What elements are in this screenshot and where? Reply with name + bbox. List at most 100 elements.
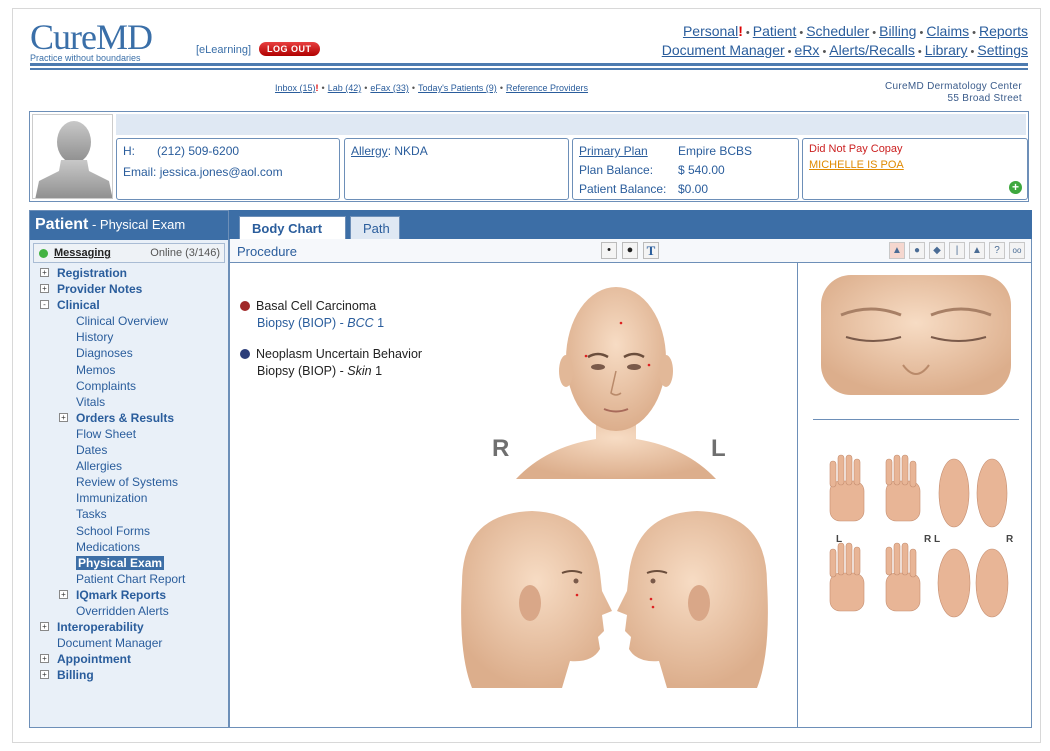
nav-tree-item[interactable]: + Appointment (40, 651, 228, 667)
logout-button[interactable]: LOG OUT (259, 42, 320, 56)
expand-icon[interactable]: + (59, 412, 68, 422)
eyes-diagram[interactable] (821, 275, 1011, 395)
nav-tree-item[interactable]: Vitals (40, 394, 228, 410)
nav-tree-item[interactable]: Diagnoses (40, 345, 228, 361)
nav-tree-item[interactable]: Tasks (40, 506, 228, 522)
nav-tree-item[interactable]: Review of Systems (40, 474, 228, 490)
nav-tree-item[interactable]: Medications (40, 539, 228, 555)
patient-photo-placeholder[interactable] (32, 114, 113, 199)
foot-view-icon[interactable]: ▲ (969, 242, 985, 259)
nav-tree-label: Orders & Results (76, 410, 175, 425)
expand-icon[interactable]: + (40, 622, 49, 632)
diagnosis-item[interactable]: Neoplasm Uncertain Behavior Biopsy (BIOP… (240, 347, 422, 378)
inbox-alert-icon: ! (315, 83, 319, 93)
procedure-text: Biopsy (BIOP) - (257, 316, 348, 330)
curemd-logo[interactable]: CureMD Practice without boundaries (30, 19, 170, 63)
tab-body-chart[interactable]: Body Chart (239, 216, 346, 240)
banner-name-bar (116, 114, 1026, 135)
nav-tree-item[interactable]: Memos (40, 362, 228, 378)
nav-billing[interactable]: Billing (879, 23, 916, 39)
nav-tree-label: Registration (57, 266, 128, 280)
leg-view-icon[interactable]: | (949, 242, 965, 259)
nav-tree-item[interactable]: Flow Sheet (40, 426, 228, 442)
nav-tree-item[interactable]: + Interoperability (40, 619, 228, 635)
personal-alert-icon: ! (738, 23, 743, 39)
nav-library[interactable]: Library (925, 42, 968, 58)
nav-alerts-recalls[interactable]: Alerts/Recalls (829, 42, 915, 58)
expand-icon[interactable]: + (40, 284, 49, 294)
nav-tree-label: Allergies (76, 459, 123, 474)
full-body-view-icon[interactable]: ▲ (889, 242, 905, 259)
nav-tree-label: Dates (76, 443, 108, 458)
allergy-link[interactable]: Allergy (351, 144, 388, 158)
nav-tree-item[interactable]: + Provider Notes (40, 281, 228, 297)
nav-tree-label: School Forms (76, 523, 151, 538)
eyes-view-icon[interactable]: oo (1009, 242, 1025, 259)
nav-settings[interactable]: Settings (977, 42, 1028, 58)
expand-icon[interactable]: + (40, 654, 49, 664)
nav-reports[interactable]: Reports (979, 23, 1028, 39)
nav-tree-item[interactable]: Document Manager (40, 635, 228, 651)
nav-tree-item[interactable]: Clinical Overview (40, 313, 228, 329)
expand-icon[interactable]: + (59, 589, 68, 599)
torso-view-icon[interactable]: ◆ (929, 242, 945, 259)
collapse-icon[interactable]: - (40, 300, 49, 310)
nav-tree-label: Vitals (76, 394, 106, 409)
head-profile-right-diagram[interactable] (452, 503, 612, 688)
nav-claims[interactable]: Claims (926, 23, 969, 39)
todays-patients-link[interactable]: Today's Patients (9) (418, 83, 497, 93)
plan-balance-value: $ 540.00 (678, 163, 725, 177)
patient-nav-tree: + Registration + Provider Notes - Clinical Cli… (30, 263, 228, 683)
head-front-diagram[interactable] (516, 279, 716, 479)
nav-tree-item[interactable]: Immunization (40, 490, 228, 506)
nav-tree-item[interactable]: + IQmark Reports (40, 587, 228, 603)
plan-balance-label: Plan Balance: (579, 163, 654, 177)
head-profile-left-diagram[interactable] (617, 503, 777, 688)
diagnosis-item[interactable]: Basal Cell Carcinoma Biopsy (BIOP) - BCC… (240, 299, 384, 330)
text-tool[interactable]: T (643, 242, 659, 259)
efax-link[interactable]: eFax (33) (370, 83, 409, 93)
nav-tree-item[interactable]: Complaints (40, 378, 228, 394)
nav-tree-item[interactable]: Dates (40, 442, 228, 458)
foot-right-label: R (1006, 534, 1014, 545)
allergy-value: : NKDA (387, 144, 428, 158)
nav-tree-item[interactable]: + Billing (40, 667, 228, 683)
nav-tree-item[interactable]: Overridden Alerts (40, 603, 228, 619)
messaging-link[interactable]: Messaging (54, 247, 111, 259)
primary-plan-link[interactable]: Primary Plan (579, 144, 648, 158)
nav-document-manager[interactable]: Document Manager (662, 42, 785, 58)
nav-tree-item[interactable]: History (40, 329, 228, 345)
nav-tree-item[interactable]: Allergies (40, 458, 228, 474)
nav-scheduler[interactable]: Scheduler (806, 23, 869, 39)
lab-link[interactable]: Lab (42) (328, 83, 362, 93)
messaging-bar[interactable]: Messaging Online (3/146) (33, 243, 225, 263)
left-pane-title: Patient (35, 216, 89, 233)
ear-view-icon[interactable]: ? (989, 242, 1005, 259)
inbox-link[interactable]: Inbox (15) (275, 83, 316, 93)
nav-personal[interactable]: Personal (683, 23, 738, 39)
clinic-info: CureMD Dermatology Center 55 Broad Stree… (885, 81, 1022, 105)
nav-patient[interactable]: Patient (753, 23, 797, 39)
elearning-link[interactable]: [eLearning] (196, 44, 251, 56)
small-dot-tool[interactable]: • (601, 242, 617, 259)
nav-tree-item[interactable]: - Clinical (40, 297, 228, 313)
expand-icon[interactable]: + (40, 670, 49, 680)
nav-tree-item[interactable]: + Orders & Results (40, 410, 228, 426)
tab-path[interactable]: Path (350, 216, 400, 240)
insurance-box: Primary Plan Empire BCBS Plan Balance: $… (572, 138, 799, 200)
nav-erx[interactable]: eRx (795, 42, 820, 58)
large-dot-tool[interactable]: ● (622, 242, 638, 259)
nav-tree-item[interactable]: Physical Exam (40, 555, 228, 571)
nav-tree-item[interactable]: + Registration (40, 265, 228, 281)
nav-tree-label: Physical Exam (76, 555, 165, 570)
nav-tree-label: Provider Notes (57, 282, 143, 297)
online-count: Online (3/146) (150, 247, 220, 259)
nav-tree-item[interactable]: School Forms (40, 523, 228, 539)
expand-icon[interactable]: + (40, 268, 49, 277)
head-view-icon[interactable]: ● (909, 242, 925, 259)
nav-tree-item[interactable]: Patient Chart Report (40, 571, 228, 587)
alert-poa-link[interactable]: MICHELLE IS POA (809, 159, 904, 171)
add-alert-icon[interactable]: + (1009, 181, 1022, 194)
reference-providers-link[interactable]: Reference Providers (506, 83, 588, 93)
hands-feet-diagram[interactable] (822, 453, 1022, 633)
